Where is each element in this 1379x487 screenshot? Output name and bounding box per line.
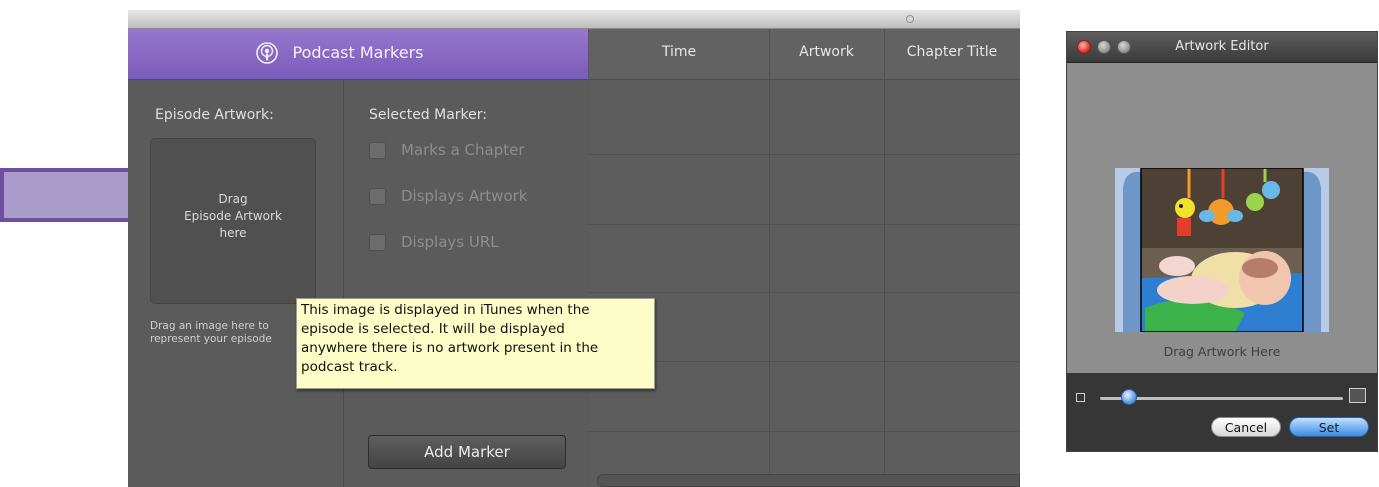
page-title: Podcast Markers xyxy=(292,43,424,62)
set-button[interactable]: Set xyxy=(1289,417,1369,437)
selected-marker-label: Selected Marker: xyxy=(369,107,488,123)
artwork-editor-window: Artwork Editor Drag Artwork Here Cancel … xyxy=(1066,31,1378,452)
checkbox-box[interactable] xyxy=(369,142,386,159)
row-divider xyxy=(589,431,1020,432)
small-image-icon xyxy=(1076,393,1085,402)
episode-artwork-label: Episode Artwork: xyxy=(155,107,274,123)
column-header-time[interactable]: Time xyxy=(589,44,769,60)
row-divider xyxy=(589,224,1020,225)
artwork-image[interactable] xyxy=(1115,168,1329,332)
column-divider xyxy=(884,29,885,487)
panel-divider xyxy=(343,80,344,487)
artwork-drop-area[interactable]: Drag Artwork Here xyxy=(1067,63,1377,373)
checkbox-label: Marks a Chapter xyxy=(401,141,525,159)
checkbox-box[interactable] xyxy=(369,234,386,251)
row-divider xyxy=(589,154,1020,155)
column-header-artwork[interactable]: Artwork xyxy=(769,44,884,60)
markers-table: Time Artwork Chapter Title xyxy=(589,29,1020,487)
podcast-markers-header: Podcast Markers xyxy=(128,29,588,80)
checkbox-label: Displays URL xyxy=(401,233,499,251)
episode-artwork-drop-well[interactable]: Drag Episode Artwork here xyxy=(150,138,316,304)
add-marker-button[interactable]: Add Marker xyxy=(368,435,566,469)
drag-artwork-hint: Drag Artwork Here xyxy=(1163,344,1281,359)
drop-well-text: Drag Episode Artwork here xyxy=(184,192,282,240)
artwork-tooltip: This image is displayed in iTunes when t… xyxy=(296,298,655,389)
zoom-slider-thumb[interactable] xyxy=(1121,389,1138,405)
column-divider xyxy=(769,29,770,487)
checkbox-label: Displays Artwork xyxy=(401,187,528,205)
checkbox-box[interactable] xyxy=(369,188,386,205)
editor-title-bar[interactable]: Artwork Editor xyxy=(1067,32,1377,63)
row-divider xyxy=(589,292,1020,293)
editor-title: Artwork Editor xyxy=(1175,39,1269,54)
horizontal-scrollbar[interactable] xyxy=(597,474,1020,487)
cancel-button[interactable]: Cancel xyxy=(1211,417,1281,437)
podcast-app-window: Podcast Markers Episode Artwork: Drag Ep… xyxy=(128,10,1020,487)
large-image-icon xyxy=(1349,388,1366,403)
column-header-chapter-title[interactable]: Chapter Title xyxy=(884,44,1020,60)
resize-knob[interactable] xyxy=(906,15,914,23)
editor-controls: Cancel Set xyxy=(1067,373,1377,451)
window-top-bar xyxy=(128,10,1020,29)
table-header: Time Artwork Chapter Title xyxy=(589,29,1020,80)
